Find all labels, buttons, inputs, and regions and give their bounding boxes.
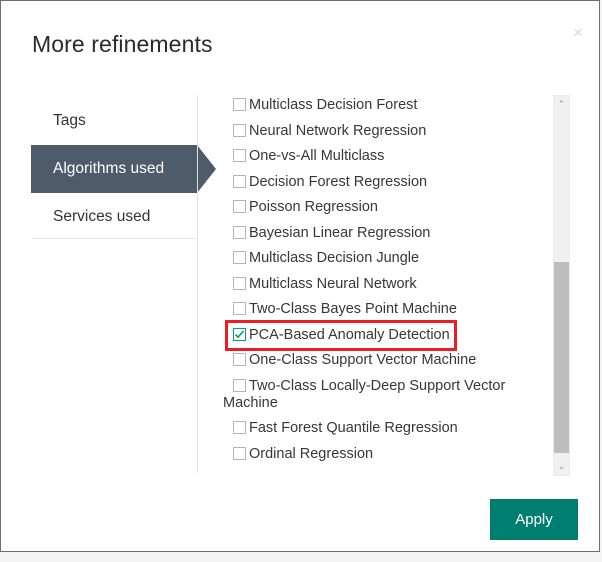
checkbox[interactable]	[233, 378, 246, 392]
sidebar-item-tags[interactable]: Tags	[31, 97, 197, 145]
list-item-pca-based-anomaly-detection[interactable]: PCA-Based Anomaly Detection	[225, 319, 457, 351]
checkbox-checked[interactable]	[233, 327, 246, 341]
scrollbar[interactable]: ⌃ ⌄	[553, 95, 570, 476]
list-item-label: Decision Forest Regression	[249, 173, 428, 190]
more-refinements-dialog: More refinements × Tags Algorithms used …	[0, 0, 600, 552]
list-item-label: Two-Class Locally-Deep Support Vector Ma…	[223, 377, 506, 411]
list-item-label: Multiclass Decision Jungle	[249, 250, 420, 266]
list-item-label: One-vs-All Multiclass	[249, 148, 385, 164]
checkbox[interactable]	[233, 251, 246, 264]
scroll-up-icon[interactable]: ⌃	[554, 96, 569, 113]
checkbox[interactable]	[233, 421, 246, 434]
list-item[interactable]: Decision Forest Regression	[223, 174, 545, 191]
list-item[interactable]: Two-Class Locally-Deep Support Vector Ma…	[223, 378, 545, 412]
list-item[interactable]: Multiclass Decision Jungle	[223, 250, 545, 267]
list-item[interactable]: Fast Forest Quantile Regression	[223, 420, 545, 437]
scroll-down-icon[interactable]: ⌄	[554, 458, 569, 475]
list-item-label: Bayesian Linear Regression	[249, 224, 431, 241]
checkbox[interactable]	[233, 225, 246, 239]
checkbox[interactable]	[233, 98, 246, 111]
sidebar-item-services-used[interactable]: Services used	[31, 193, 197, 241]
list-item[interactable]: Two-Class Bayes Point Machine	[223, 301, 545, 318]
algorithm-options-list: Multiclass Decision Forest Neural Networ…	[223, 97, 545, 475]
list-item[interactable]: Poisson Regression	[223, 199, 545, 216]
apply-button[interactable]: Apply	[490, 499, 578, 540]
list-item[interactable]: Multiclass Neural Network	[223, 276, 545, 293]
checkbox[interactable]	[233, 446, 246, 460]
checkbox[interactable]	[233, 200, 246, 213]
list-item-label: Poisson Regression	[249, 199, 378, 215]
checkbox[interactable]	[233, 149, 246, 162]
tab-label: Algorithms used	[53, 160, 165, 177]
page-title: More refinements	[32, 31, 213, 57]
checkbox[interactable]	[233, 353, 246, 366]
rail-divider	[32, 238, 196, 239]
checkbox[interactable]	[233, 123, 246, 137]
list-item-label: Multiclass Decision Forest	[249, 97, 418, 113]
list-item-label: Multiclass Neural Network	[249, 275, 417, 292]
list-item-label: Fast Forest Quantile Regression	[249, 420, 458, 436]
list-item-label: PCA-Based Anomaly Detection	[249, 326, 450, 343]
list-item-label: Two-Class Bayes Point Machine	[249, 301, 457, 317]
tab-label: Tags	[53, 112, 86, 129]
list-item[interactable]: Neural Network Regression	[223, 123, 545, 140]
tab-rail: Tags Algorithms used Services used	[31, 97, 216, 241]
list-item[interactable]: Bayesian Linear Regression	[223, 225, 545, 242]
close-icon[interactable]: ×	[563, 17, 593, 47]
checkbox[interactable]	[233, 302, 246, 315]
checkbox[interactable]	[233, 276, 246, 290]
checkbox[interactable]	[233, 174, 246, 188]
list-item[interactable]: One-Class Support Vector Machine	[223, 352, 545, 369]
list-item-label: One-Class Support Vector Machine	[249, 352, 477, 368]
list-item[interactable]: Multiclass Decision Forest	[223, 97, 545, 114]
list-item-label: Ordinal Regression	[249, 445, 374, 462]
tab-label: Services used	[53, 208, 151, 225]
list-item-label: Neural Network Regression	[249, 122, 427, 139]
sidebar-item-algorithms-used[interactable]: Algorithms used	[31, 145, 216, 193]
scrollbar-thumb[interactable]	[554, 262, 569, 453]
list-item[interactable]: One-vs-All Multiclass	[223, 148, 545, 165]
vertical-divider	[197, 95, 198, 473]
list-item[interactable]: Ordinal Regression	[223, 446, 545, 463]
